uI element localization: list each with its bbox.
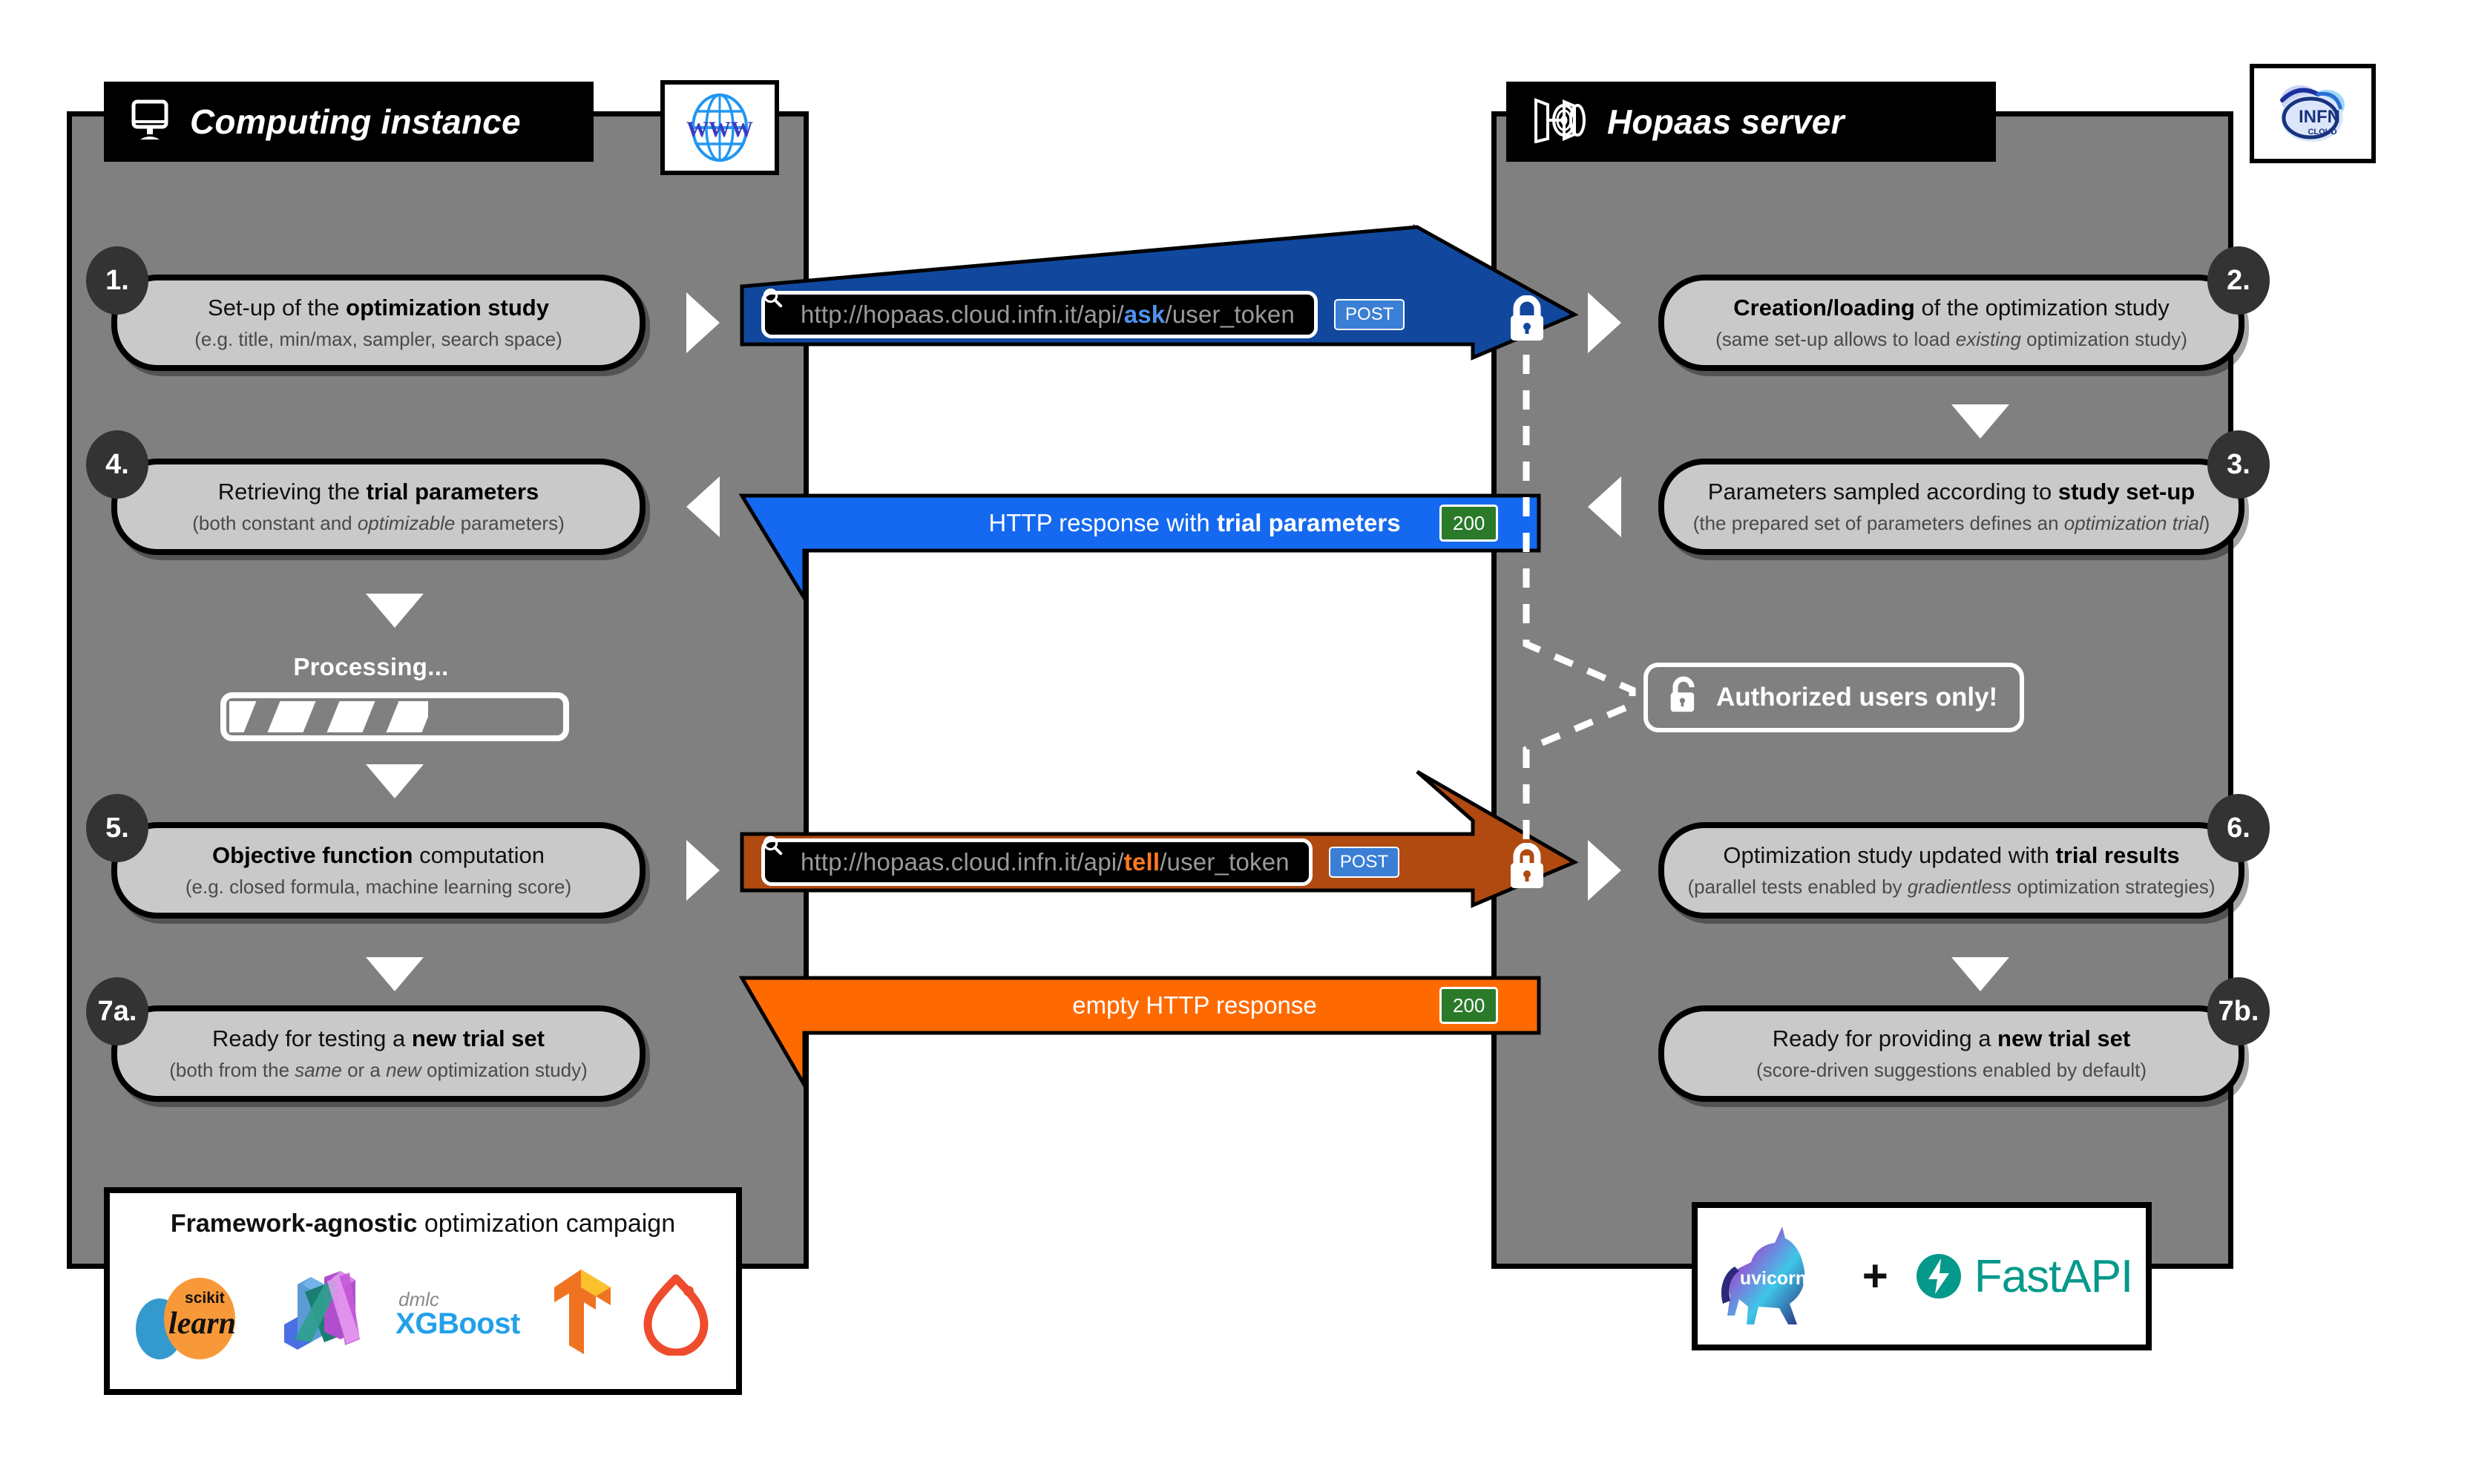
- frameworks-logo-row: scikit learn dmlc XGBoost: [110, 1238, 736, 1389]
- scikit-learn-logo: scikit learn: [136, 1273, 247, 1359]
- step-badge-3: 3.: [2207, 430, 2270, 499]
- step-1-title: Set-up of the optimization study: [208, 294, 549, 321]
- flow-arrow-down-left-2: [366, 764, 424, 798]
- hopaas-logo: [1531, 97, 1588, 147]
- step-box-3: 3. Parameters sampled according to study…: [1658, 430, 2270, 555]
- tell-request-arrow: http://hopaas.cloud.infn.it/api/tell/use…: [740, 769, 1579, 908]
- ask-url-text: http://hopaas.cloud.infn.it/api/ask/user…: [801, 301, 1295, 328]
- tell-response-arrow: empty HTTP response 200: [738, 972, 1573, 1092]
- authorized-users-note: Authorized users only!: [1643, 663, 2025, 732]
- server-stack-box: uvicorn + FastAPI: [1692, 1202, 2152, 1350]
- flow-arrow-down-right-2: [1951, 957, 2009, 991]
- fastapi-label: FastAPI: [1974, 1250, 2134, 1302]
- step-badge-7b: 7b.: [2207, 977, 2270, 1045]
- panel-exit-arrow-ask: [686, 292, 720, 353]
- www-globe-logo: WWW: [660, 80, 779, 175]
- progress-fill: [229, 701, 428, 732]
- step-box-5: 5. Objective function computation (e.g. …: [86, 794, 646, 919]
- step-2-subtitle: (same set-up allows to load existing opt…: [1715, 328, 2187, 351]
- open-padlock-icon: [1667, 676, 1700, 720]
- step-box-7a: 7a. Ready for testing a new trial set (b…: [86, 977, 646, 1102]
- flow-arrow-down-left-1: [366, 594, 424, 628]
- step-3-title: Parameters sampled according to study se…: [1707, 478, 2196, 505]
- hopaas-server-header: Hopaas server: [1506, 82, 1996, 162]
- authorized-users-label: Authorized users only!: [1716, 683, 1998, 712]
- ask-url-bar[interactable]: http://hopaas.cloud.infn.it/api/ask/user…: [761, 288, 1318, 338]
- step-badge-6: 6.: [2207, 794, 2270, 862]
- svg-text:WWW: WWW: [686, 117, 753, 142]
- step-7a-title: Ready for testing a new trial set: [211, 1025, 545, 1051]
- step-badge-5: 5.: [86, 794, 148, 862]
- tell-url-text: http://hopaas.cloud.infn.it/api/tell/use…: [801, 848, 1290, 876]
- ask-method-badge: POST: [1334, 299, 1405, 330]
- step-5-subtitle: (e.g. closed formula, machine learning s…: [185, 876, 572, 899]
- monitor-icon: [129, 99, 171, 145]
- tell-method-badge: POST: [1328, 847, 1400, 878]
- ask-response-status: 200: [1439, 505, 1499, 542]
- panel-exit-arrow-server-1: [1588, 476, 1621, 537]
- flow-arrow-down-right-1: [1951, 404, 2009, 439]
- step-7a-subtitle: (both from the same or a new optimizatio…: [169, 1059, 588, 1082]
- xgboost-logo: dmlc XGBoost: [395, 1287, 520, 1340]
- ask-response-text: HTTP response with trial parameters: [988, 509, 1401, 536]
- infn-cloud-logo: INFN CLOUD: [2250, 64, 2376, 163]
- step-6-title: Optimization study updated with trial re…: [1723, 841, 2180, 868]
- step-box-1: 1. Set-up of the optimization study (e.g…: [86, 246, 646, 371]
- step-box-4: 4. Retrieving the trial parameters (both…: [86, 430, 646, 555]
- step-7b-subtitle: (score-driven suggestions enabled by def…: [1756, 1059, 2147, 1082]
- tell-response-text: empty HTTP response: [1072, 991, 1317, 1019]
- plus-sign: +: [1862, 1251, 1888, 1301]
- step-badge-2: 2.: [2207, 246, 2270, 315]
- diagram-canvas: 1. Set-up of the optimization study (e.g…: [0, 0, 2473, 1484]
- step-4-title: Retrieving the trial parameters: [217, 478, 539, 505]
- closed-padlock-icon-ask: [1506, 295, 1548, 348]
- panel-entry-arrow-server-2: [1588, 840, 1621, 901]
- computing-instance-header: Computing instance: [104, 82, 594, 162]
- frameworks-title: Framework-agnostic optimization campaign: [170, 1209, 676, 1238]
- fastapi-logo: FastAPI: [1914, 1250, 2133, 1303]
- ask-response-arrow: HTTP response with trial parameters 200: [738, 490, 1573, 605]
- uvicorn-label: uvicorn: [1740, 1268, 1807, 1289]
- ask-request-arrow: http://hopaas.cloud.infn.it/api/ask/user…: [740, 223, 1579, 361]
- frameworks-box: Framework-agnostic optimization campaign…: [104, 1187, 742, 1395]
- pytorch-logo: [642, 1268, 710, 1359]
- processing-label: Processing...: [293, 653, 449, 680]
- step-box-7b: 7b. Ready for providing a new trial set …: [1658, 977, 2270, 1102]
- uvicorn-logo: uvicorn: [1711, 1221, 1837, 1332]
- svg-text:CLOUD: CLOUD: [2308, 128, 2336, 137]
- flow-arrow-down-left-3: [366, 957, 424, 991]
- processing-progress-bar: [220, 692, 569, 741]
- tell-response-status: 200: [1439, 987, 1499, 1024]
- step-badge-4: 4.: [86, 430, 148, 499]
- step-7b-title: Ready for providing a new trial set: [1772, 1025, 2131, 1051]
- step-box-2: 2. Creation/loading of the optimization …: [1658, 246, 2270, 371]
- step-2-title: Creation/loading of the optimization stu…: [1733, 294, 2170, 321]
- panel-entry-arrow-server-1: [1588, 292, 1621, 353]
- step-badge-7a: 7a.: [86, 977, 148, 1045]
- tell-url-bar[interactable]: http://hopaas.cloud.infn.it/api/tell/use…: [761, 835, 1313, 886]
- tensorflow-logo: [545, 1267, 617, 1361]
- closed-padlock-icon-tell: [1506, 842, 1548, 896]
- jax-logo: [272, 1267, 370, 1361]
- svg-text:INFN: INFN: [2299, 107, 2340, 127]
- hopaas-server-title: Hopaas server: [1607, 102, 1845, 141]
- panel-exit-arrow-tell: [686, 840, 720, 901]
- step-box-6: 6. Optimization study updated with trial…: [1658, 794, 2270, 919]
- step-1-subtitle: (e.g. title, min/max, sampler, search sp…: [194, 328, 562, 351]
- computing-instance-title: Computing instance: [190, 102, 521, 141]
- step-5-title: Objective function computation: [212, 841, 545, 868]
- step-badge-1: 1.: [86, 246, 148, 315]
- step-6-subtitle: (parallel tests enabled by gradientless …: [1687, 876, 2216, 899]
- step-3-subtitle: (the prepared set of parameters defines …: [1692, 512, 2210, 535]
- step-4-subtitle: (both constant and optimizable parameter…: [192, 512, 565, 535]
